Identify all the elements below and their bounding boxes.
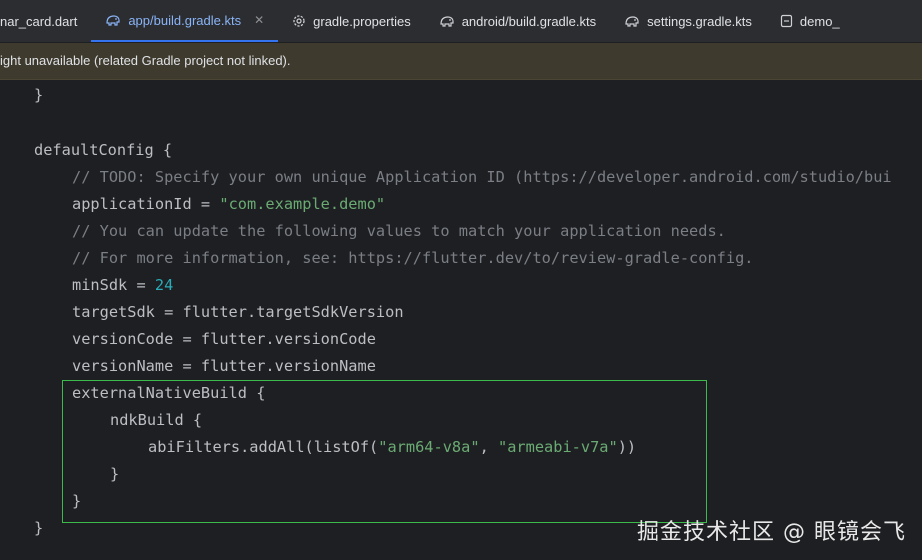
code-line: defaultConfig { [34,141,173,159]
tab-demo[interactable]: demo_ [766,0,854,42]
close-icon[interactable]: ✕ [254,13,264,27]
code-comment-line: // TODO: Specify your own unique Applica… [72,168,892,186]
code-line: minSdk = 24 [72,276,174,294]
gradle-elephant-icon [624,14,640,28]
code-line: } [34,519,44,537]
code-line: targetSdk = flutter.targetSdkVersion [72,303,404,321]
editor-tab-bar: nar_card.dart app/build.gradle.kts ✕ gra… [0,0,922,43]
tab-label: android/build.gradle.kts [461,13,597,29]
banner-text: ight unavailable (related Gradle project… [0,53,291,68]
tab-android-build-gradle-kts[interactable]: android/build.gradle.kts [425,0,610,42]
gear-icon [292,14,306,28]
tab-label: app/build.gradle.kts [128,12,242,28]
code-comment-line: // You can update the following values t… [72,222,726,240]
code-line: abiFilters.addAll(listOf("arm64-v8a", "a… [148,438,637,456]
tab-label: settings.gradle.kts [647,13,752,29]
file-icon [780,14,793,28]
tab-gradle-properties[interactable]: gradle.properties [278,0,425,42]
code-line: applicationId = "com.example.demo" [72,195,386,213]
code-line: ndkBuild { [110,411,203,429]
gradle-warning-banner: ight unavailable (related Gradle project… [0,43,922,80]
code-line: } [110,465,120,483]
code-line: externalNativeBuild { [72,384,266,402]
tab-nar-card-dart[interactable]: nar_card.dart [0,0,91,42]
code-comment-line: // For more information, see: https://fl… [72,249,754,267]
code-line: versionCode = flutter.versionCode [72,330,376,348]
tab-settings-gradle-kts[interactable]: settings.gradle.kts [610,0,766,42]
tab-app-build-gradle-kts[interactable]: app/build.gradle.kts ✕ [91,0,279,42]
code-line: } [72,492,82,510]
tab-label: gradle.properties [313,13,411,29]
code-line: versionName = flutter.versionName [72,357,376,375]
code-editor[interactable]: } defaultConfig { // TODO: Specify your … [0,80,922,560]
gradle-elephant-icon [105,13,121,27]
watermark: 掘金技术社区 @ 眼镜会飞 [637,520,906,545]
code-line: } [34,86,44,104]
tab-label: demo_ [799,13,840,29]
gradle-elephant-icon [439,14,455,28]
tab-label: nar_card.dart [0,13,78,29]
